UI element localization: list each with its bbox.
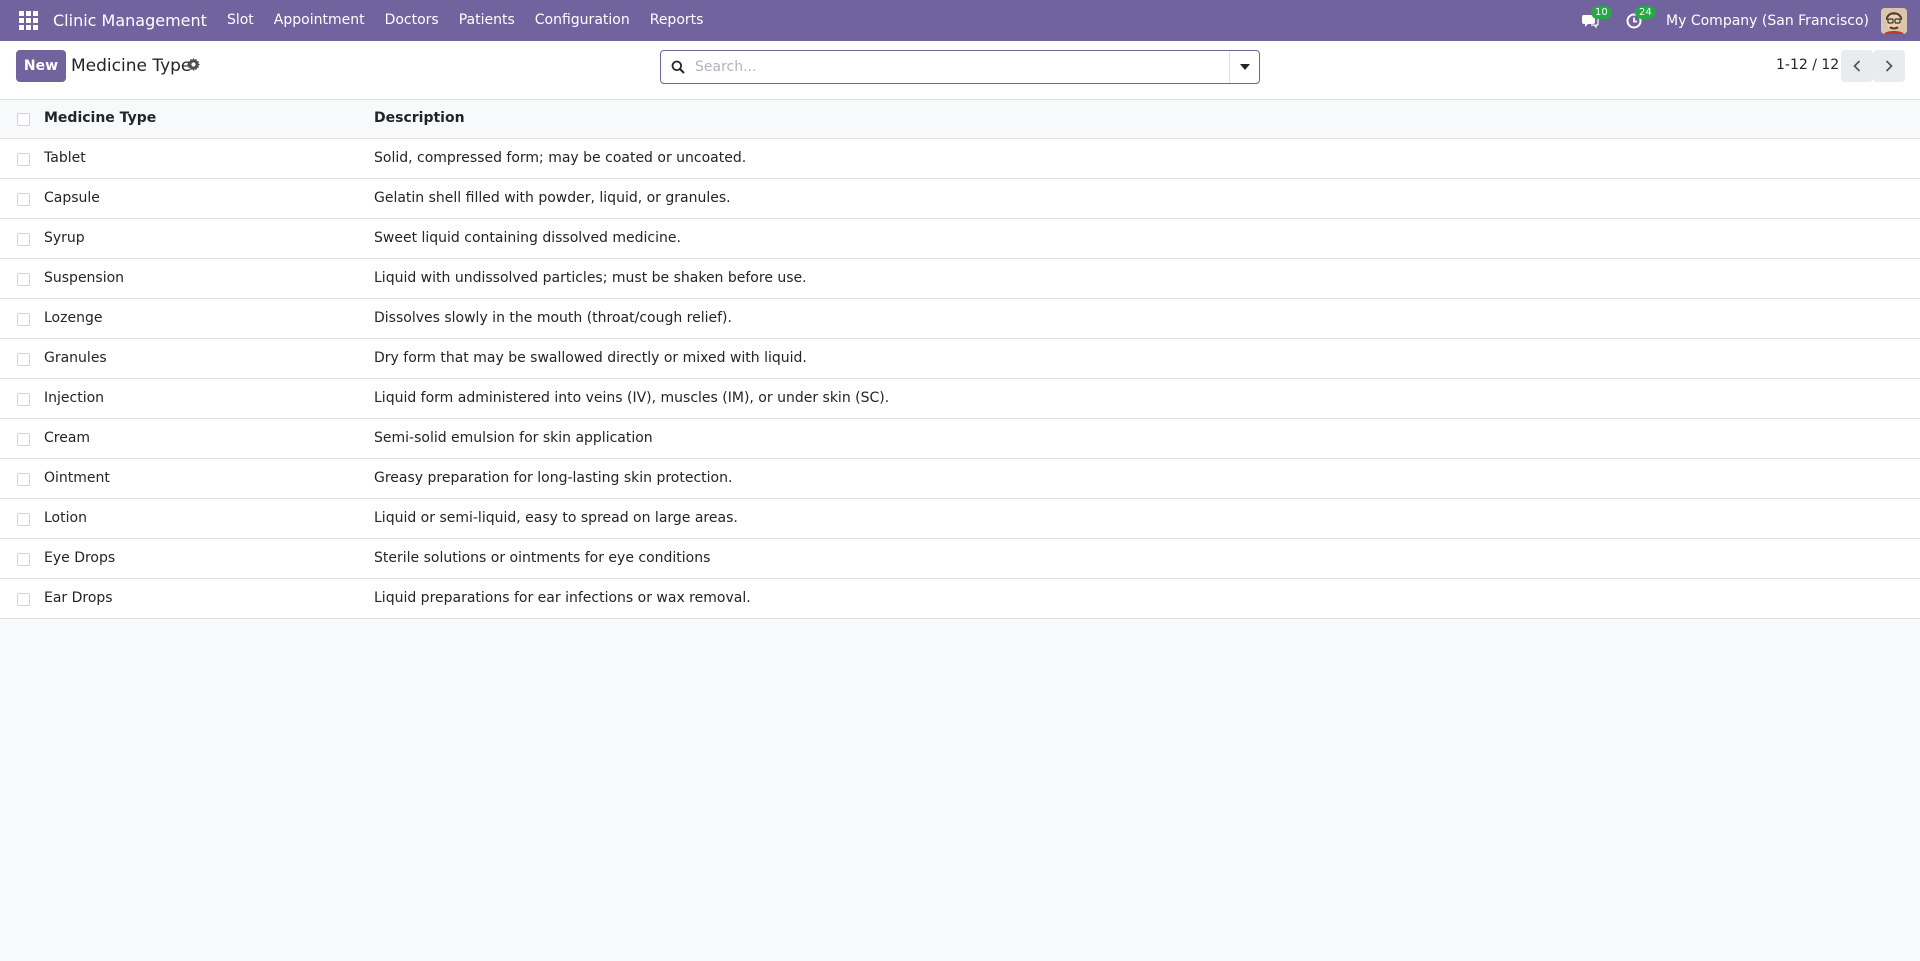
cell-medicine-type: Injection [44,390,105,406]
row-checkbox[interactable] [17,233,30,246]
row-checkbox[interactable] [17,353,30,366]
row-checkbox[interactable] [17,513,30,526]
table-row[interactable]: Ointment Greasy preparation for long-las… [0,459,1920,499]
table-row[interactable]: Granules Dry form that may be swallowed … [0,339,1920,379]
cell-description: Sweet liquid containing dissolved medici… [374,230,681,246]
cell-medicine-type: Ointment [44,470,110,486]
row-checkbox[interactable] [17,313,30,326]
pager-previous-button[interactable] [1841,50,1873,82]
systray: 10 24 My Company (San Francisco) [1572,0,1920,41]
cell-medicine-type: Eye Drops [44,550,116,566]
cell-description: Liquid with undissolved particles; must … [374,270,807,286]
menu-item-doctors[interactable]: Doctors [375,0,449,41]
cell-description: Liquid or semi-liquid, easy to spread on… [374,510,738,526]
search-icon [661,60,695,74]
pager-value[interactable]: 1-12 / 12 [1776,57,1839,73]
chevron-right-icon [1885,60,1893,72]
table-header: Medicine Type Description [0,100,1920,139]
row-checkbox[interactable] [17,153,30,166]
table-row[interactable]: Ear Drops Liquid preparations for ear in… [0,579,1920,619]
app-brand[interactable]: Clinic Management [47,11,215,30]
row-checkbox[interactable] [17,193,30,206]
cell-description: Dry form that may be swallowed directly … [374,350,807,366]
row-checkbox[interactable] [17,553,30,566]
user-avatar[interactable] [1881,7,1907,34]
row-checkbox[interactable] [17,273,30,286]
cell-medicine-type: Capsule [44,190,100,206]
row-checkbox[interactable] [17,393,30,406]
avatar-icon [1881,7,1907,34]
menu-item-configuration[interactable]: Configuration [525,0,640,41]
table-row[interactable]: Capsule Gelatin shell filled with powder… [0,179,1920,219]
pager-next-button[interactable] [1873,50,1905,82]
search-input[interactable] [695,52,1229,82]
messages-button[interactable]: 10 [1572,0,1612,41]
select-all-checkbox[interactable] [17,113,30,126]
menu-item-reports[interactable]: Reports [640,0,714,41]
row-checkbox[interactable] [17,593,30,606]
caret-down-icon [1239,64,1250,70]
cell-medicine-type: Lotion [44,510,87,526]
menu-item-patients[interactable]: Patients [449,0,525,41]
cell-medicine-type: Syrup [44,230,85,246]
table-row[interactable]: Lozenge Dissolves slowly in the mouth (t… [0,299,1920,339]
cell-description: Greasy preparation for long-lasting skin… [374,470,733,486]
table-row[interactable]: Injection Liquid form administered into … [0,379,1920,419]
cell-medicine-type: Suspension [44,270,125,286]
medicine-type-list: Medicine Type Description Tablet Solid, … [0,100,1920,619]
top-menu: Slot Appointment Doctors Patients Config… [217,0,713,41]
menu-item-slot[interactable]: Slot [217,0,264,41]
column-header-medicine-type[interactable]: Medicine Type [44,110,156,126]
cell-description: Sterile solutions or ointments for eye c… [374,550,711,566]
table-row[interactable]: Tablet Solid, compressed form; may be co… [0,139,1920,179]
column-header-description[interactable]: Description [374,110,465,126]
row-checkbox[interactable] [17,433,30,446]
gear-icon[interactable] [187,58,200,75]
table-row[interactable]: Lotion Liquid or semi-liquid, easy to sp… [0,499,1920,539]
chevron-left-icon [1853,60,1861,72]
cell-description: Dissolves slowly in the mouth (throat/co… [374,310,732,326]
main-navbar: Clinic Management Slot Appointment Docto… [0,0,1920,41]
cell-description: Solid, compressed form; may be coated or… [374,150,747,166]
cell-description: Liquid form administered into veins (IV)… [374,390,890,406]
search-options-toggle[interactable] [1229,51,1259,83]
cell-description: Gelatin shell filled with powder, liquid… [374,190,731,206]
table-row[interactable]: Cream Semi-solid emulsion for skin appli… [0,419,1920,459]
row-checkbox[interactable] [17,473,30,486]
control-panel: New Medicine Type 1-12 / 12 [0,41,1920,100]
table-row[interactable]: Eye Drops Sterile solutions or ointments… [0,539,1920,579]
menu-item-appointment[interactable]: Appointment [264,0,375,41]
apps-grid-icon[interactable] [15,8,41,34]
table-row[interactable]: Syrup Sweet liquid containing dissolved … [0,219,1920,259]
cell-medicine-type: Lozenge [44,310,103,326]
cell-medicine-type: Ear Drops [44,590,113,606]
activities-button[interactable]: 24 [1616,0,1656,41]
cell-medicine-type: Tablet [44,150,86,166]
new-button[interactable]: New [16,50,66,82]
messages-count-badge: 10 [1591,6,1612,19]
activities-count-badge: 24 [1635,6,1656,19]
cell-medicine-type: Granules [44,350,107,366]
cell-description: Liquid preparations for ear infections o… [374,590,751,606]
company-switcher[interactable]: My Company (San Francisco) [1666,13,1869,29]
cell-description: Semi-solid emulsion for skin application [374,430,653,446]
page-title: Medicine Type [71,56,192,76]
table-row[interactable]: Suspension Liquid with undissolved parti… [0,259,1920,299]
search-bar [660,50,1260,84]
cell-medicine-type: Cream [44,430,91,446]
